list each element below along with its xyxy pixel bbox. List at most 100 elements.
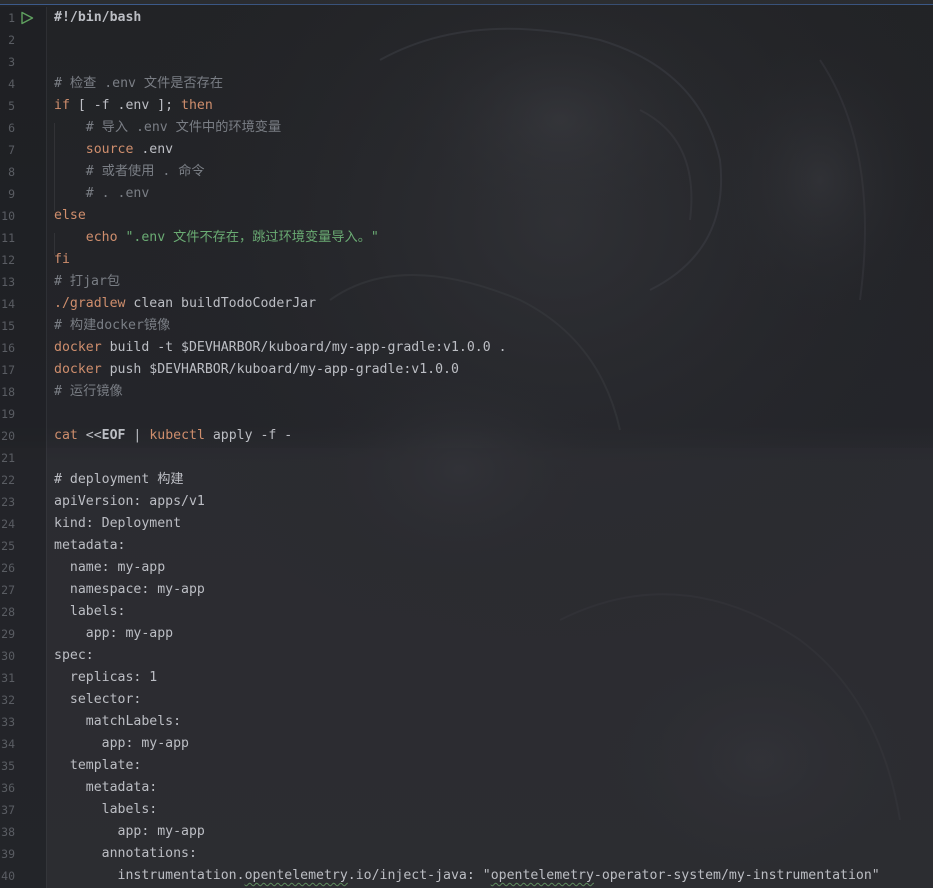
code-text: labels: bbox=[54, 601, 126, 623]
code-line[interactable]: 6 # 导入 .env 文件中的环境变量 bbox=[0, 117, 933, 139]
line-number: 3 bbox=[8, 55, 15, 69]
code-text: # 或者使用 . 命令 bbox=[54, 161, 205, 183]
code-line[interactable]: 30 spec: bbox=[0, 645, 933, 667]
code-line[interactable]: 33 matchLabels: bbox=[0, 711, 933, 733]
code-token: opentelemetry bbox=[244, 868, 348, 883]
line-number: 13 bbox=[1, 275, 15, 289]
code-text: # deployment 构建 bbox=[54, 469, 184, 491]
code-line[interactable]: 22 # deployment 构建 bbox=[0, 469, 933, 491]
code-line[interactable]: 40 instrumentation.opentelemetry.io/inje… bbox=[0, 865, 933, 887]
code-line[interactable]: 35 template: bbox=[0, 755, 933, 777]
code-line[interactable]: 19 bbox=[0, 403, 933, 425]
code-line[interactable]: 21 bbox=[0, 447, 933, 469]
line-number: 27 bbox=[1, 583, 15, 597]
line-number: 37 bbox=[1, 803, 15, 817]
code-line[interactable]: 8 # 或者使用 . 命令 bbox=[0, 161, 933, 183]
line-number: 25 bbox=[1, 539, 15, 553]
line-number: 29 bbox=[1, 627, 15, 641]
code-token: if bbox=[54, 98, 70, 113]
code-line[interactable]: 29 app: my-app bbox=[0, 623, 933, 645]
code-token: matchLabels: bbox=[54, 714, 182, 729]
code-token: spec: bbox=[54, 648, 94, 663]
code-line[interactable]: 18 # 运行镜像 bbox=[0, 381, 933, 403]
code-line[interactable]: 12 fi bbox=[0, 249, 933, 271]
run-gutter-icon[interactable] bbox=[20, 11, 34, 25]
code-line[interactable]: 15 # 构建docker镜像 bbox=[0, 315, 933, 337]
code-token: clean buildTodoCoderJar bbox=[125, 296, 317, 311]
code-line[interactable]: 25 metadata: bbox=[0, 535, 933, 557]
code-token: instrumentation. bbox=[54, 868, 245, 883]
code-text: fi bbox=[54, 249, 70, 271]
code-token: | bbox=[125, 428, 150, 443]
code-line[interactable]: 28 labels: bbox=[0, 601, 933, 623]
code-lines[interactable]: 1 #!/bin/bash 2 3 4 # 检查 .env 文件是否存在 5 if [ -f … bbox=[0, 7, 933, 887]
code-editor[interactable]: 1 #!/bin/bash 2 3 4 # 检查 .env 文件是否存在 5 if [ -f … bbox=[0, 0, 933, 888]
code-text: docker build -t $DEVHARBOR/kuboard/my-ap… bbox=[54, 337, 507, 359]
code-token: template: bbox=[54, 758, 142, 773]
line-number: 4 bbox=[8, 77, 15, 91]
line-number: 6 bbox=[8, 121, 15, 135]
line-number: 24 bbox=[1, 517, 15, 531]
line-number: 26 bbox=[1, 561, 15, 575]
code-token: apply -f - bbox=[204, 428, 293, 443]
code-line[interactable]: 14 ./gradlew clean buildTodoCoderJar bbox=[0, 293, 933, 315]
code-line[interactable]: 5 if [ -f .env ]; then bbox=[0, 95, 933, 117]
code-line[interactable]: 37 labels: bbox=[0, 799, 933, 821]
code-line[interactable]: 16 docker build -t $DEVHARBOR/kuboard/my-… bbox=[0, 337, 933, 359]
code-line[interactable]: 27 namespace: my-app bbox=[0, 579, 933, 601]
code-token: # 打jar包 bbox=[54, 274, 121, 289]
line-number: 35 bbox=[1, 759, 15, 773]
code-line[interactable]: 36 metadata: bbox=[0, 777, 933, 799]
code-text: app: my-app bbox=[54, 733, 189, 755]
code-token: #!/bin/bash bbox=[54, 10, 142, 25]
code-token: namespace: my-app bbox=[54, 582, 205, 597]
code-text: spec: bbox=[54, 645, 94, 667]
line-number: 39 bbox=[1, 847, 15, 861]
code-line[interactable]: 39 annotations: bbox=[0, 843, 933, 865]
code-line[interactable]: 13 # 打jar包 bbox=[0, 271, 933, 293]
code-line[interactable]: 34 app: my-app bbox=[0, 733, 933, 755]
code-line[interactable]: 38 app: my-app bbox=[0, 821, 933, 843]
code-text: cat <<EOF | kubectl apply -f - bbox=[54, 425, 292, 447]
code-line[interactable]: 31 replicas: 1 bbox=[0, 667, 933, 689]
code-line[interactable]: 17 docker push $DEVHARBOR/kuboard/my-app-… bbox=[0, 359, 933, 381]
line-number: 11 bbox=[1, 231, 15, 245]
code-line[interactable]: 26 name: my-app bbox=[0, 557, 933, 579]
code-token: << bbox=[77, 428, 102, 443]
line-number: 23 bbox=[1, 495, 15, 509]
code-line[interactable]: 3 bbox=[0, 51, 933, 73]
code-line[interactable]: 20 cat <<EOF | kubectl apply -f - bbox=[0, 425, 933, 447]
code-token: # 检查 .env 文件是否存在 bbox=[54, 76, 224, 91]
code-token: replicas: 1 bbox=[54, 670, 158, 685]
code-token: selector: bbox=[54, 692, 142, 707]
code-token: then bbox=[181, 98, 213, 113]
code-text: matchLabels: bbox=[54, 711, 181, 733]
code-line[interactable]: 23 apiVersion: apps/v1 bbox=[0, 491, 933, 513]
code-text: docker push $DEVHARBOR/kuboard/my-app-gr… bbox=[54, 359, 459, 381]
code-line[interactable]: 4 # 检查 .env 文件是否存在 bbox=[0, 73, 933, 95]
code-line[interactable]: 24 kind: Deployment bbox=[0, 513, 933, 535]
line-number: 10 bbox=[1, 209, 15, 223]
code-text: # 检查 .env 文件是否存在 bbox=[54, 73, 223, 95]
code-token: metadata: bbox=[54, 538, 126, 553]
code-token: build -t $DEVHARBOR/kuboard/my-app-gradl… bbox=[101, 340, 507, 355]
code-line[interactable]: 2 bbox=[0, 29, 933, 51]
code-token: # 或者使用 . 命令 bbox=[54, 164, 205, 179]
line-number: 31 bbox=[1, 671, 15, 685]
code-text: # 构建docker镜像 bbox=[54, 315, 170, 337]
code-line[interactable]: 32 selector: bbox=[0, 689, 933, 711]
code-text: app: my-app bbox=[54, 623, 173, 645]
code-token: cat bbox=[54, 428, 78, 443]
line-number: 8 bbox=[8, 165, 15, 179]
code-line[interactable]: 11 echo ".env 文件不存在，跳过环境变量导入。" bbox=[0, 227, 933, 249]
code-line[interactable]: 9 # . .env bbox=[0, 183, 933, 205]
code-line[interactable]: 10 else bbox=[0, 205, 933, 227]
code-token: # deployment 构建 bbox=[54, 472, 184, 487]
code-token: annotations: bbox=[54, 846, 197, 861]
code-line[interactable]: 7 source .env bbox=[0, 139, 933, 161]
code-text: kind: Deployment bbox=[54, 513, 181, 535]
code-token: docker bbox=[54, 362, 102, 377]
code-line[interactable]: 1 #!/bin/bash bbox=[0, 7, 933, 29]
line-number: 20 bbox=[1, 429, 15, 443]
